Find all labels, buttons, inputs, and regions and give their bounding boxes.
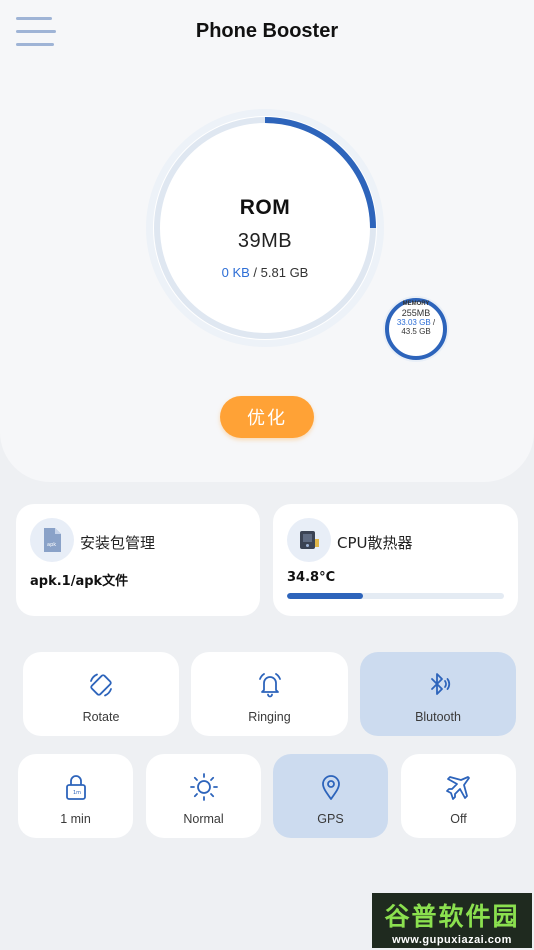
watermark-logo: 谷普软件园 www.gupuxiazai.com xyxy=(372,893,532,948)
airplane-icon xyxy=(445,776,470,800)
memory-usage: 33.03 GB / xyxy=(381,318,451,327)
cpu-chip-icon xyxy=(287,518,331,562)
memory-used: 33.03 GB xyxy=(396,318,431,328)
rom-total: 5.81 GB xyxy=(260,265,309,280)
toggle-rotate-label: Rotate xyxy=(82,710,120,724)
toggle-ringing-label: Ringing xyxy=(248,710,291,724)
watermark-main: 谷普软件园 xyxy=(384,902,520,931)
bluetooth-icon xyxy=(431,673,451,695)
toggle-gps[interactable]: GPS xyxy=(273,754,388,838)
page-title: Phone Booster xyxy=(195,20,339,42)
toggle-rotate[interactable]: Rotate xyxy=(23,652,179,736)
rom-readout: ROM 39MB 0 KB / 5.81 GB xyxy=(137,196,393,280)
memory-label: MEMORY xyxy=(402,301,430,307)
toggle-bluetooth[interactable]: Blutooth xyxy=(360,652,516,736)
apk-manager-title: 安装包管理 xyxy=(80,534,156,552)
location-pin-icon xyxy=(321,775,340,800)
apk-file-icon: apk xyxy=(30,518,74,562)
memory-total: 43.5 GB xyxy=(401,327,431,337)
cpu-cooler-title: CPU散热器 xyxy=(337,534,413,552)
rotate-icon xyxy=(90,673,112,697)
toggle-brightness-label: Normal xyxy=(183,812,224,826)
rom-title: ROM xyxy=(239,196,291,219)
rom-separator: / xyxy=(249,265,261,280)
bell-icon xyxy=(258,673,281,698)
cpu-temperature-bar xyxy=(287,593,504,599)
svg-text:apk: apk xyxy=(47,542,56,548)
cpu-temperature: 34.8°C xyxy=(287,570,336,585)
svg-text:1m: 1m xyxy=(73,790,81,796)
cpu-temperature-bar-fill xyxy=(287,593,363,599)
toggle-screen-timeout[interactable]: 1m 1 min xyxy=(18,754,133,838)
watermark-url: www.gupuxiazai.com xyxy=(392,934,512,946)
memory-readout: MEMORY 255MB 33.03 GB / 43.5 GB xyxy=(381,301,451,337)
rom-usage: 0 KB / 5.81 GB xyxy=(137,265,393,280)
toggle-bluetooth-label: Blutooth xyxy=(415,710,461,724)
lock-icon: 1m xyxy=(65,775,86,800)
toggle-airplane-label: Off xyxy=(450,812,467,826)
apk-manager-card[interactable]: apk 安装包管理 apk.1/apk文件 xyxy=(16,504,260,616)
rom-used: 0 KB xyxy=(221,265,250,280)
toggle-brightness[interactable]: Normal xyxy=(146,754,261,838)
toggle-screen-timeout-label: 1 min xyxy=(60,812,91,826)
rom-size: 39MB xyxy=(237,230,293,252)
memory-separator: / xyxy=(430,318,436,328)
toggle-ringing[interactable]: Ringing xyxy=(191,652,348,736)
toggle-airplane[interactable]: Off xyxy=(401,754,516,838)
cpu-cooler-card[interactable]: CPU散热器 34.8°C xyxy=(273,504,518,616)
toggle-gps-label: GPS xyxy=(317,812,344,826)
brightness-icon xyxy=(189,773,218,801)
top-panel: Phone Booster ROM 39MB 0 KB / 5.81 GB ME… xyxy=(0,0,534,482)
optimize-button[interactable]: 优化 xyxy=(220,396,314,438)
apk-manager-subtitle: apk.1/apk文件 xyxy=(30,574,129,589)
memory-size: 255MB xyxy=(401,307,431,318)
